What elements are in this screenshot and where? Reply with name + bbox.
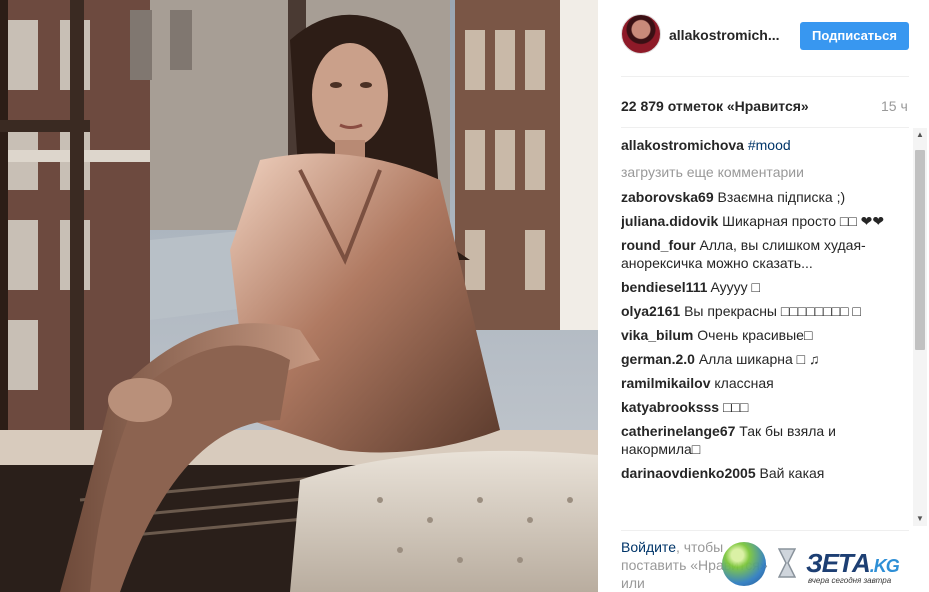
comment-username[interactable]: german.2.0 bbox=[621, 351, 695, 367]
comment-text: Вы прекрасны □□□□□□□□ □ bbox=[684, 303, 861, 319]
post-photo[interactable] bbox=[0, 0, 598, 592]
comment-username[interactable]: olya2161 bbox=[621, 303, 680, 319]
comment-item: katyabrooksss □□□ bbox=[621, 398, 903, 416]
username-link[interactable]: allakostromich... bbox=[669, 27, 779, 43]
comment-item: juliana.didovik Шикарная просто □□ ❤❤ bbox=[621, 212, 903, 230]
post-details-panel: allakostromich... Подписаться 22 879 отм… bbox=[598, 0, 929, 592]
scroll-down-arrow-icon[interactable]: ▼ bbox=[913, 512, 927, 526]
comment-text: Алла шикарна □ ♫ bbox=[698, 351, 820, 367]
load-more-comments-link[interactable]: загрузить еще комментарии bbox=[621, 163, 903, 181]
comment-item: ramilmikailov классная bbox=[621, 374, 903, 392]
comment-username[interactable]: zaborovska69 bbox=[621, 189, 714, 205]
comment-item: zaborovska69 Взаємна підписка ;) bbox=[621, 188, 903, 206]
globe-logo-icon bbox=[722, 542, 766, 586]
scroll-thumb[interactable] bbox=[915, 150, 925, 350]
watermark-brand: ЗЕТА bbox=[806, 548, 871, 578]
comment-item: olya2161 Вы прекрасны □□□□□□□□ □ bbox=[621, 302, 903, 320]
watermark-domain: .KG bbox=[869, 556, 900, 576]
comment-text: Вай какая bbox=[759, 465, 825, 481]
comment-item: bendiesel111 Ayyyy □ bbox=[621, 278, 903, 296]
comment-text: классная bbox=[714, 375, 774, 391]
comment-text: Ayyyy □ bbox=[710, 279, 760, 295]
comment-username[interactable]: darinaovdienko2005 bbox=[621, 465, 756, 481]
comment-username[interactable]: ramilmikailov bbox=[621, 375, 711, 391]
scroll-up-arrow-icon[interactable]: ▲ bbox=[913, 128, 927, 142]
comment-username[interactable]: round_four bbox=[621, 237, 696, 253]
divider bbox=[621, 530, 909, 531]
post-header: allakostromich... Подписаться bbox=[598, 0, 929, 76]
comment-username[interactable]: juliana.didovik bbox=[621, 213, 718, 229]
post-timestamp[interactable]: 15 ч bbox=[881, 98, 908, 114]
comment-item: round_four Алла, вы слишком худая- аноре… bbox=[621, 236, 903, 272]
watermark-name: ЗЕТА.KG bbox=[806, 548, 900, 579]
comment-username[interactable]: katyabrooksss bbox=[621, 399, 719, 415]
comment-item: german.2.0 Алла шикарна □ ♫ bbox=[621, 350, 903, 368]
photo-illustration bbox=[0, 0, 598, 592]
hashtag-link[interactable]: #mood bbox=[748, 137, 791, 153]
site-watermark: ЗЕТА.KG вчера сегодня завтра bbox=[712, 540, 929, 592]
caption: allakostromichova #mood bbox=[621, 136, 903, 154]
comment-username[interactable]: vika_bilum bbox=[621, 327, 693, 343]
comment-text: Шикарная просто □□ ❤❤ bbox=[722, 213, 885, 229]
comment-text: Взаємна підписка ;) bbox=[717, 189, 846, 205]
divider bbox=[621, 76, 909, 77]
comments-scrollbar[interactable]: ▲ ▼ bbox=[913, 128, 927, 526]
comment-text: Очень красивые□ bbox=[697, 327, 813, 343]
caption-username[interactable]: allakostromichova bbox=[621, 137, 744, 153]
avatar[interactable] bbox=[621, 14, 661, 54]
comment-item: catherinelange67 Так бы взяла и накормил… bbox=[621, 422, 903, 458]
likes-count[interactable]: 22 879 отметок «Нравится» bbox=[621, 98, 809, 114]
comment-item: darinaovdienko2005 Вай какая bbox=[621, 464, 903, 482]
comment-username[interactable]: catherinelange67 bbox=[621, 423, 735, 439]
login-link[interactable]: Войдите bbox=[621, 539, 676, 555]
watermark-slogan: вчера сегодня завтра bbox=[808, 576, 892, 585]
comment-item: vika_bilum Очень красивые□ bbox=[621, 326, 903, 344]
hourglass-icon bbox=[778, 548, 796, 578]
comments-list: allakostromichova #mood загрузить еще ко… bbox=[621, 128, 903, 526]
comment-text: □□□ bbox=[722, 399, 749, 415]
comment-username[interactable]: bendiesel111 bbox=[621, 279, 707, 295]
follow-button[interactable]: Подписаться bbox=[800, 22, 909, 50]
